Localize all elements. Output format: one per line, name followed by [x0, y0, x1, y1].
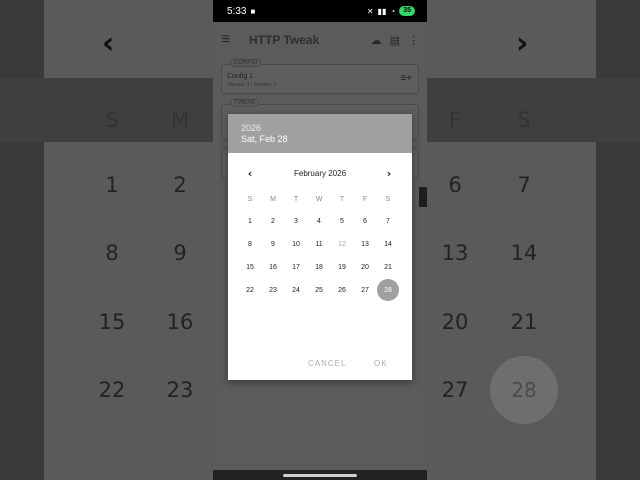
filter-menu-icon[interactable]: ≡ [221, 31, 241, 49]
calendar-day[interactable]: 14 [378, 239, 398, 251]
weekday-label: T [339, 196, 345, 203]
side-handle [419, 187, 427, 207]
calendar-day[interactable]: 17 [286, 262, 306, 274]
weekday-label: F [362, 196, 368, 203]
app-title: HTTP Tweak [249, 33, 320, 47]
video-icon: ■ [250, 6, 256, 16]
status-bar: 5:33 ■ ✕ ▮▮ ◔ 35 [213, 0, 427, 22]
background-day: 23 [166, 378, 194, 402]
weekday-label: M [270, 196, 276, 203]
calendar-day[interactable]: 18 [309, 262, 329, 274]
playlist-add-icon[interactable]: ≡+ [400, 73, 412, 84]
wifi-icon: ◔ [390, 6, 396, 16]
cancel-button[interactable]: CANCEL [308, 359, 346, 368]
background-day: 1 [105, 173, 119, 197]
calendar-day[interactable]: 2 [263, 216, 283, 228]
calendar-day[interactable]: 8 [240, 239, 260, 251]
date-picker-dialog: 2026 Sat, Feb 28 ‹ February 2026 › S M T… [228, 114, 412, 380]
config-subtitle: Tweaks: 1 | Servers: 1 [227, 82, 277, 88]
background-day: 27 [441, 378, 469, 402]
background-weekday: S [517, 108, 531, 132]
calendar-day[interactable]: 21 [378, 262, 398, 274]
background-day: 9 [173, 241, 187, 265]
background-right-edge [596, 0, 640, 480]
calendar-day[interactable]: 20 [355, 262, 375, 274]
signal-icon: ▮▮ [377, 6, 387, 16]
app-bar: ≡ HTTP Tweak ☁ ▤ ⋮ [213, 22, 427, 58]
background-weekday: F [448, 108, 462, 132]
calendar-day[interactable]: 26 [332, 285, 352, 297]
calendar-day[interactable]: 7 [378, 216, 398, 228]
app-actions: ☁ ▤ ⋮ [371, 34, 419, 47]
background-selected-day: 28 [490, 356, 558, 424]
mute-icon: ✕ [366, 6, 374, 16]
calendar-day[interactable]: 4 [309, 216, 329, 228]
calendar-day[interactable]: 24 [286, 285, 306, 297]
background-day: 21 [510, 310, 538, 334]
background-left-edge [0, 0, 44, 480]
weekday-label: W [315, 196, 323, 203]
background-day: 6 [448, 173, 462, 197]
calendar-day[interactable]: 3 [286, 216, 306, 228]
weekday-label: T [293, 196, 299, 203]
background-chevron-left-icon: ‹ [102, 26, 115, 61]
config-card[interactable]: CONFIG Config 1 Tweaks: 1 | Servers: 1 ≡… [221, 59, 419, 94]
calendar-day[interactable]: 1 [240, 216, 260, 228]
weekday-label: S [247, 196, 253, 203]
calendar-day[interactable]: 11 [309, 239, 329, 251]
screen: ‹ › S M F S 1 2 8 9 15 16 22 23 6 7 13 1… [0, 0, 640, 480]
date-picker-header: 2026 Sat, Feb 28 [228, 114, 412, 153]
header-selected-date[interactable]: Sat, Feb 28 [241, 134, 288, 144]
background-day: 2 [173, 173, 187, 197]
calendar-day[interactable]: 22 [240, 285, 260, 297]
background-day: 8 [105, 241, 119, 265]
calendar-day[interactable]: 27 [355, 285, 375, 297]
chevron-right-icon[interactable]: › [381, 167, 397, 180]
month-title: February 2026 [293, 169, 347, 178]
more-icon[interactable]: ⋮ [408, 34, 419, 47]
background-day: 20 [441, 310, 469, 334]
background-day: 22 [98, 378, 126, 402]
background-day: 7 [517, 173, 531, 197]
tweak-legend: TWEAK [230, 99, 260, 107]
calendar-day[interactable]: 25 [309, 285, 329, 297]
calendar-day-today[interactable]: 12 [332, 239, 352, 251]
header-year[interactable]: 2026 [241, 123, 261, 133]
battery-icon: 35 [399, 6, 415, 16]
background-day: 13 [441, 241, 469, 265]
calendar-day[interactable]: 10 [286, 239, 306, 251]
calendar-day[interactable]: 9 [263, 239, 283, 251]
calendar-day[interactable]: 13 [355, 239, 375, 251]
background-day: 15 [98, 310, 126, 334]
status-icons: ✕ ▮▮ ◔ 35 [367, 6, 415, 16]
background-day: 16 [166, 310, 194, 334]
background-day: 14 [510, 241, 538, 265]
calendar-day[interactable]: 23 [263, 285, 283, 297]
calendar-day-selected[interactable]: 28 [377, 279, 399, 301]
calendar-day[interactable]: 19 [332, 262, 352, 274]
config-legend: CONFIG [230, 59, 262, 67]
ok-button[interactable]: OK [374, 359, 388, 368]
background-chevron-right-icon: › [516, 26, 529, 61]
background-weekday: M [170, 108, 190, 132]
cloud-upload-icon[interactable]: ☁ [371, 34, 382, 47]
background-weekday: S [105, 108, 119, 132]
status-time: 5:33 [227, 5, 247, 17]
calendar-day[interactable]: 15 [240, 262, 260, 274]
chevron-left-icon[interactable]: ‹ [242, 167, 258, 180]
home-indicator[interactable] [283, 474, 357, 477]
calendar-day[interactable]: 5 [332, 216, 352, 228]
document-icon[interactable]: ▤ [390, 34, 400, 47]
weekday-label: S [385, 196, 391, 203]
config-name: Config 1 [227, 73, 254, 80]
calendar-day[interactable]: 16 [263, 262, 283, 274]
calendar-day[interactable]: 6 [355, 216, 375, 228]
